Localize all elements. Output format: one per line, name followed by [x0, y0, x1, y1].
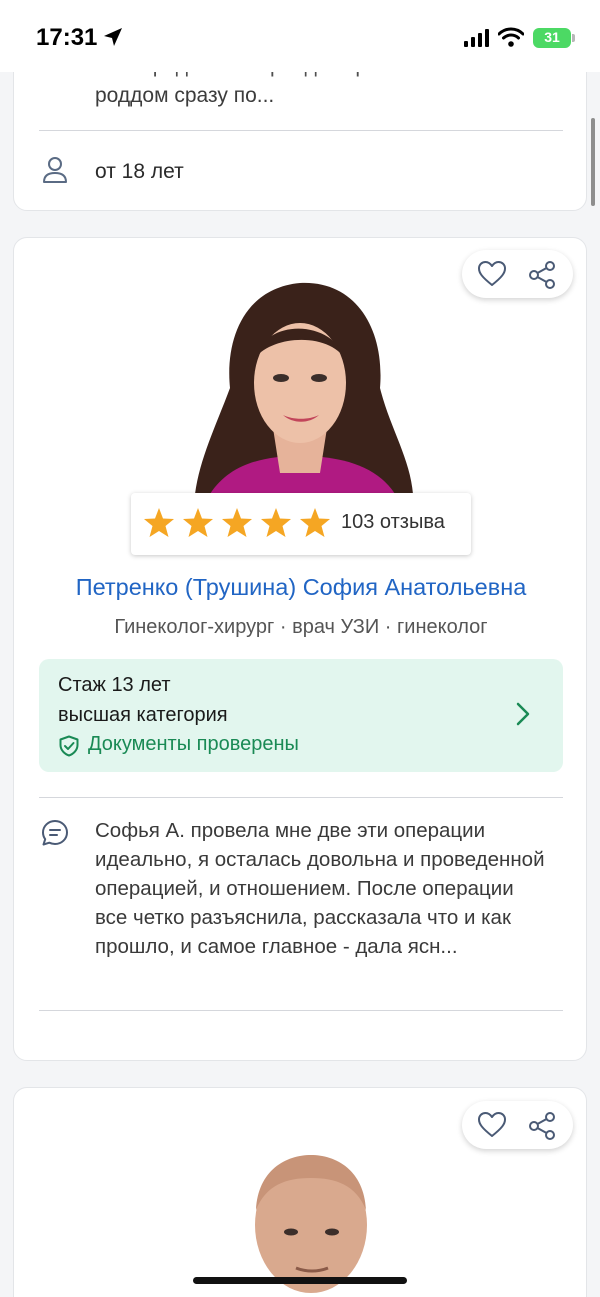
location-arrow-icon [104, 28, 122, 46]
battery-indicator: 31 [533, 28, 571, 48]
doctor-card[interactable]: 103 отзыва Петренко (Трушина) София Анат… [13, 237, 587, 1061]
card-actions [462, 1101, 573, 1149]
doctor-name-link[interactable]: Петренко (Трушина) София Анатольевна [14, 574, 588, 601]
wifi-icon [498, 27, 524, 47]
divider [39, 130, 563, 131]
comment-icon [42, 820, 68, 846]
shield-check-icon [59, 735, 79, 757]
home-indicator[interactable] [193, 1277, 407, 1284]
star-icon [300, 508, 330, 537]
review-text[interactable]: Софья А. провела мне две эти операции ид… [95, 816, 545, 961]
review-snippet-line: роддом сразу по... [95, 84, 275, 107]
doctor-photo[interactable] [185, 278, 416, 494]
status-time: 17:31 [36, 24, 98, 51]
documents-verified-label: Документы проверены [88, 733, 299, 755]
divider [39, 1010, 563, 1011]
card-actions [462, 250, 573, 298]
cellular-signal-icon [464, 29, 489, 47]
heart-icon[interactable] [478, 261, 506, 287]
experience-years: Стаж 13 лет [58, 674, 171, 696]
status-bar: 17:31 31 [0, 0, 600, 72]
battery-cap [572, 34, 575, 42]
scrollbar[interactable] [591, 118, 595, 206]
qualification-category: высшая категория [58, 704, 228, 726]
doctor-specialty: Гинеколог-хирург · врач УЗИ · гинеколог [114, 616, 488, 638]
reviews-count[interactable]: 103 отзыва [341, 511, 445, 534]
rating-box[interactable]: 103 отзыва [131, 493, 471, 555]
rating-stars [144, 508, 330, 537]
doctor-photo[interactable] [236, 1150, 386, 1297]
chevron-right-icon[interactable] [515, 701, 531, 727]
star-icon [183, 508, 213, 537]
share-icon[interactable] [528, 1112, 556, 1140]
heart-icon[interactable] [478, 1112, 506, 1138]
age-range: от 18 лет [95, 160, 184, 183]
star-icon [222, 508, 252, 537]
battery-level: 31 [544, 29, 560, 45]
person-icon [43, 157, 67, 183]
divider [39, 797, 563, 798]
experience-panel[interactable]: Стаж 13 лет высшая категория Документы п… [39, 659, 563, 772]
share-icon[interactable] [528, 261, 556, 289]
star-icon [144, 508, 174, 537]
star-icon [261, 508, 291, 537]
next-doctor-card[interactable] [13, 1087, 587, 1297]
